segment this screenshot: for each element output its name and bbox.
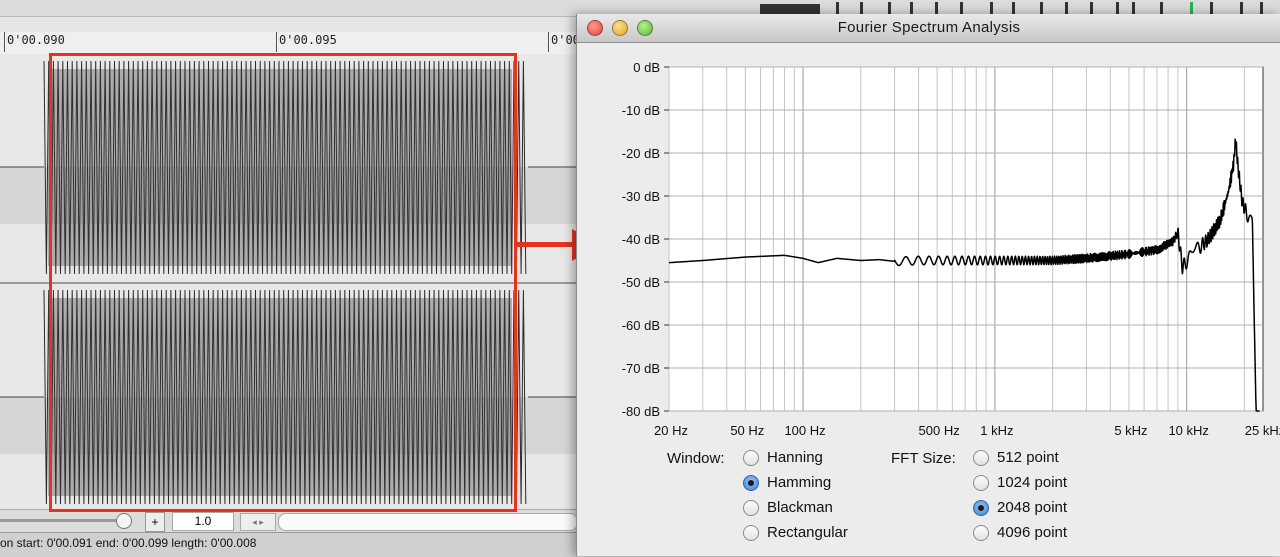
x-tick-label: 1 kHz bbox=[980, 423, 1013, 438]
zoom-in-icon[interactable]: + bbox=[145, 512, 165, 532]
meter-tick bbox=[1116, 2, 1119, 14]
radio-window-hanning[interactable]: Hanning bbox=[743, 449, 883, 469]
x-tick-label: 100 Hz bbox=[784, 423, 825, 438]
zoom-slider[interactable] bbox=[0, 519, 128, 522]
radio-label: 2048 point bbox=[997, 499, 1068, 516]
y-tick-label: -80 dB bbox=[622, 404, 660, 419]
meter-tick bbox=[1040, 2, 1043, 14]
y-tick-label: -40 dB bbox=[622, 232, 660, 247]
radio-button[interactable] bbox=[973, 525, 989, 541]
timeline-tick bbox=[548, 32, 549, 52]
window-title: Fourier Spectrum Analysis bbox=[837, 19, 1021, 36]
radio-button[interactable] bbox=[973, 500, 989, 516]
x-tick-label: 25 kHz bbox=[1245, 423, 1280, 438]
window-function-label: Window: bbox=[667, 450, 725, 467]
radio-label: Hamming bbox=[767, 474, 832, 491]
radio-button[interactable] bbox=[973, 450, 989, 466]
meter-tick bbox=[1132, 2, 1135, 14]
y-tick-label: -60 dB bbox=[622, 318, 660, 333]
zoom-value-field[interactable]: 1.0 bbox=[172, 512, 234, 531]
y-tick-label: -10 dB bbox=[622, 103, 660, 118]
meter-tick bbox=[1090, 2, 1093, 14]
horizontal-scrollbar[interactable] bbox=[278, 513, 578, 531]
y-tick-label: -30 dB bbox=[622, 189, 660, 204]
x-tick-label: 50 Hz bbox=[730, 423, 764, 438]
meter-tick bbox=[1012, 2, 1015, 14]
meter-tick bbox=[888, 2, 891, 14]
radio-fft-1024[interactable]: 1024 point bbox=[973, 474, 1113, 494]
meter-tick bbox=[1065, 2, 1068, 14]
radio-button[interactable] bbox=[743, 450, 759, 466]
x-tick-label: 500 Hz bbox=[919, 423, 960, 438]
radio-fft-2048[interactable]: 2048 point bbox=[973, 499, 1113, 519]
level-meter-bars bbox=[760, 2, 1263, 14]
radio-button[interactable] bbox=[973, 475, 989, 491]
spectrum-chart: 0 dB -10 dB -20 dB -30 dB -40 dB -50 dB -60 dB… bbox=[622, 60, 1280, 438]
scroll-arrows-icon[interactable]: ◂ ▸ bbox=[240, 513, 276, 531]
x-tick-label: 20 Hz bbox=[654, 423, 688, 438]
meter-tick bbox=[1160, 2, 1163, 14]
y-tick-label: 0 dB bbox=[633, 60, 660, 75]
x-tick-label: 10 kHz bbox=[1168, 423, 1208, 438]
timeline-tick bbox=[276, 32, 277, 52]
radio-fft-4096[interactable]: 4096 point bbox=[973, 524, 1113, 544]
zoom-toolbar: + 1.0 ◂ ▸ bbox=[0, 509, 578, 532]
radio-window-rectangular[interactable]: Rectangular bbox=[743, 524, 883, 544]
radio-button[interactable] bbox=[743, 525, 759, 541]
timeline-ruler[interactable]: 0'00.090 0'00.095 0'00 bbox=[0, 32, 580, 55]
radio-button[interactable] bbox=[743, 475, 759, 491]
radio-fft-512[interactable]: 512 point bbox=[973, 449, 1113, 469]
meter-tick bbox=[1210, 2, 1213, 14]
status-bar: on start: 0'00.091 end: 0'00.099 length:… bbox=[0, 532, 578, 557]
y-tick-label: -20 dB bbox=[622, 146, 660, 161]
meter-tick bbox=[960, 2, 963, 14]
x-axis-ticks: 20 Hz 50 Hz 100 Hz 500 Hz 1 kHz 5 kHz 10 kHz 25… bbox=[654, 423, 1280, 438]
fourier-spectrum-window: Fourier Spectrum Analysis 0 dB -10 dB -20 … bbox=[576, 14, 1280, 556]
timeline-label-2: 0'00.095 bbox=[279, 33, 337, 47]
window-title-bar[interactable]: Fourier Spectrum Analysis bbox=[577, 14, 1280, 43]
meter-tick bbox=[935, 2, 938, 14]
radio-button[interactable] bbox=[743, 500, 759, 516]
y-tick-label: -50 dB bbox=[622, 275, 660, 290]
y-tick-label: -70 dB bbox=[622, 361, 660, 376]
meter-tick bbox=[836, 2, 839, 14]
selection-status-text: on start: 0'00.091 end: 0'00.099 length:… bbox=[0, 536, 257, 550]
radio-label: Blackman bbox=[767, 499, 833, 516]
meter-tick bbox=[990, 2, 993, 14]
selection-highlight-annotation bbox=[49, 53, 517, 512]
radio-label: Rectangular bbox=[767, 524, 848, 541]
radio-window-blackman[interactable]: Blackman bbox=[743, 499, 883, 519]
meter-block bbox=[760, 4, 820, 14]
zoom-slider-thumb[interactable] bbox=[116, 513, 132, 529]
meter-tick bbox=[1240, 2, 1243, 14]
fft-size-label: FFT Size: bbox=[891, 450, 956, 467]
timeline-tick bbox=[4, 32, 5, 52]
meter-tick bbox=[910, 2, 913, 14]
timeline-label-1: 0'00.090 bbox=[7, 33, 65, 47]
radio-label: 512 point bbox=[997, 449, 1059, 466]
radio-label: 4096 point bbox=[997, 524, 1068, 541]
meter-tick bbox=[860, 2, 863, 14]
x-tick-label: 5 kHz bbox=[1114, 423, 1147, 438]
y-axis-ticks: 0 dB -10 dB -20 dB -30 dB -40 dB -50 dB -60 dB… bbox=[622, 60, 669, 419]
annotation-arrow-shaft bbox=[514, 242, 574, 247]
radio-window-hamming[interactable]: Hamming bbox=[743, 474, 883, 494]
meter-tick bbox=[1260, 2, 1263, 14]
radio-label: 1024 point bbox=[997, 474, 1068, 491]
meter-tick bbox=[1190, 2, 1193, 14]
radio-label: Hanning bbox=[767, 449, 823, 466]
